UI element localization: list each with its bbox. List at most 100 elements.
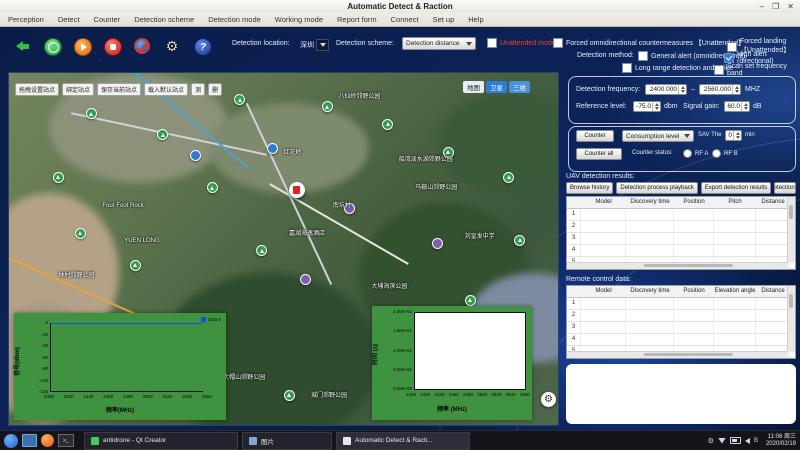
- help-button[interactable]: ?: [194, 38, 212, 56]
- menu-detection-mode[interactable]: Detection mode: [208, 15, 261, 24]
- map-button-bind-station[interactable]: 绑定站点: [62, 83, 94, 96]
- settings-tray-icon[interactable]: ⚙: [708, 437, 714, 445]
- rf-b-option[interactable]: RF B: [712, 149, 738, 158]
- map-marker-purple[interactable]: [300, 274, 311, 285]
- map-marker-green[interactable]: [465, 295, 476, 306]
- spin-down-icon[interactable]: [681, 90, 685, 93]
- minimize-button[interactable]: –: [760, 0, 764, 13]
- close-button[interactable]: ✕: [787, 0, 794, 13]
- map-button-save-station[interactable]: 保存当前站点: [97, 83, 141, 96]
- freq-min-spinbox[interactable]: 2400.000: [645, 84, 687, 95]
- map-view-3d[interactable]: 三维: [509, 81, 530, 93]
- map-marker-green[interactable]: [234, 94, 245, 105]
- scan-band-option[interactable]: Scan set frequency band: [714, 63, 800, 77]
- scan-band-checkbox[interactable]: [714, 65, 724, 75]
- map-marker-green[interactable]: [75, 228, 86, 239]
- unattended-mode-checkbox[interactable]: [487, 38, 497, 48]
- spin-up-icon[interactable]: [736, 132, 740, 135]
- export-results-button[interactable]: Export detection results: [701, 182, 772, 194]
- counter-button[interactable]: Counter: [576, 130, 614, 142]
- back-button[interactable]: [14, 38, 30, 54]
- map-marker-green[interactable]: [503, 172, 514, 183]
- menu-counter[interactable]: Counter: [94, 15, 121, 24]
- map-marker-green[interactable]: [284, 390, 295, 401]
- playback-button[interactable]: Detection process playback: [616, 182, 697, 194]
- display-icon[interactable]: [22, 434, 37, 447]
- task-automatic-detect[interactable]: Automatic Detect & Racti...: [336, 432, 470, 450]
- spin-up-icon[interactable]: [681, 86, 685, 89]
- menu-connect[interactable]: Connect: [391, 15, 419, 24]
- counter-forbid-button[interactable]: [134, 38, 150, 54]
- table-row[interactable]: 4: [567, 245, 795, 257]
- battery-icon[interactable]: [730, 437, 741, 444]
- map-marker-green[interactable]: [382, 119, 393, 130]
- menu-set-up[interactable]: Set up: [433, 15, 455, 24]
- freq-max-spinbox[interactable]: 2560.000: [699, 84, 741, 95]
- long-range-checkbox[interactable]: [622, 63, 632, 73]
- forced-landing-checkbox[interactable]: [727, 42, 737, 52]
- map-marker-green[interactable]: [322, 101, 333, 112]
- start-detect-button[interactable]: [74, 38, 92, 56]
- counter-all-button[interactable]: Counter all: [576, 148, 622, 160]
- table-row[interactable]: 4: [567, 334, 795, 346]
- table-row[interactable]: 1: [567, 298, 795, 310]
- print-results-button[interactable]: Print detection results: [774, 182, 796, 194]
- maximize-button[interactable]: ❐: [772, 0, 779, 13]
- browser-icon[interactable]: [41, 434, 54, 447]
- rf-a-option[interactable]: RF A: [683, 149, 708, 158]
- uav-results-table[interactable]: Model Discovery time Position Pitch Dist…: [566, 196, 796, 270]
- detection-location-dropdown[interactable]: [316, 39, 329, 51]
- map-marker-green[interactable]: [86, 108, 97, 119]
- spin-up-icon[interactable]: [744, 103, 748, 106]
- menu-perception[interactable]: Perception: [8, 15, 44, 24]
- detection-scheme-select[interactable]: Detection distance: [402, 37, 476, 50]
- map-button-delete[interactable]: 删: [208, 83, 222, 96]
- forced-omni-option[interactable]: Forced omnidirectional countermeasures 【…: [553, 38, 745, 48]
- map-view-satellite[interactable]: 卫星: [486, 81, 507, 93]
- spin-down-icon[interactable]: [655, 107, 659, 110]
- spin-down-icon[interactable]: [744, 107, 748, 110]
- menu-detect[interactable]: Detect: [58, 15, 80, 24]
- menu-detection-scheme[interactable]: Detection scheme: [134, 15, 194, 24]
- map-view-map[interactable]: 地图: [463, 81, 484, 93]
- terminal-icon[interactable]: >_: [58, 434, 74, 447]
- forced-omni-checkbox[interactable]: [553, 38, 563, 48]
- horizontal-scrollbar[interactable]: [567, 351, 788, 358]
- unattended-mode-option[interactable]: Unattended mode: [487, 38, 556, 48]
- map-marker-green[interactable]: [256, 245, 267, 256]
- signal-gain-spinbox[interactable]: 60.0: [724, 101, 750, 112]
- table-row[interactable]: 3: [567, 233, 795, 245]
- spin-up-icon[interactable]: [735, 86, 739, 89]
- table-row[interactable]: 3: [567, 322, 795, 334]
- general-alert-checkbox[interactable]: [638, 51, 648, 61]
- map-marker-green[interactable]: [207, 182, 218, 193]
- vertical-scrollbar[interactable]: [787, 286, 795, 352]
- rf-b-radio[interactable]: [712, 149, 721, 158]
- bluetooth-icon[interactable]: B: [754, 438, 758, 444]
- counter-times-spinbox[interactable]: 0: [725, 130, 742, 141]
- volume-icon[interactable]: [745, 438, 750, 444]
- menu-working-mode[interactable]: Working mode: [275, 15, 323, 24]
- station-marker[interactable]: [289, 182, 305, 198]
- map-marker-green[interactable]: [514, 235, 525, 246]
- launcher-icon[interactable]: [4, 434, 18, 448]
- map-button-load-station[interactable]: 载入默认站点: [144, 83, 188, 96]
- remote-data-table[interactable]: Model Discovery time Position Elevation …: [566, 285, 796, 359]
- map-marker-green[interactable]: [53, 172, 64, 183]
- map-button-drag-station[interactable]: 拖拽设置站点: [15, 83, 59, 96]
- menu-help[interactable]: Help: [468, 15, 483, 24]
- rf-a-radio[interactable]: [683, 149, 692, 158]
- clock[interactable]: 11:06 周三 2020/02/19: [766, 434, 796, 447]
- settings-button[interactable]: ⚙: [164, 38, 180, 54]
- table-row[interactable]: 2: [567, 310, 795, 322]
- map-marker-green[interactable]: [130, 260, 141, 271]
- task-qt-creator[interactable]: antidrone - Qt Creator: [84, 432, 238, 450]
- task-image-viewer[interactable]: 图片: [242, 432, 332, 450]
- spin-up-icon[interactable]: [655, 103, 659, 106]
- connect-globe-button[interactable]: [44, 38, 62, 56]
- high-alert-checkbox[interactable]: [724, 53, 734, 63]
- browse-history-button[interactable]: Browse history: [566, 182, 613, 194]
- map-settings-fab[interactable]: ⚙: [541, 392, 556, 407]
- menu-report-form[interactable]: Report form: [337, 15, 377, 24]
- horizontal-scrollbar[interactable]: [567, 262, 788, 269]
